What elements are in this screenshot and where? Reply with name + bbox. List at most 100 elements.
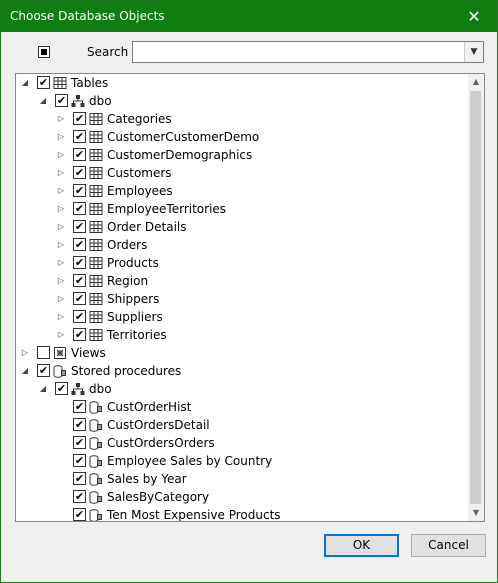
- node-checkbox[interactable]: [73, 490, 86, 503]
- expanded-arrow-icon[interactable]: ◢: [38, 380, 48, 398]
- search-label: Search: [87, 45, 129, 59]
- procedure-icon: [89, 418, 103, 432]
- procedure-icon: [89, 490, 103, 504]
- tree-node[interactable]: ◢ Stored procedures: [16, 362, 468, 380]
- collapsed-arrow-icon[interactable]: ▷: [56, 110, 66, 128]
- collapsed-arrow-icon[interactable]: ▷: [56, 164, 66, 182]
- node-checkbox[interactable]: [73, 256, 86, 269]
- tree-node[interactable]: ▷ Products: [16, 254, 468, 272]
- collapsed-arrow-icon[interactable]: ▷: [56, 182, 66, 200]
- tree-node[interactable]: ▷ Employees: [16, 182, 468, 200]
- tree-node[interactable]: ◢ dbo: [16, 380, 468, 398]
- node-checkbox[interactable]: [73, 454, 86, 467]
- node-checkbox[interactable]: [73, 274, 86, 287]
- expanded-arrow-icon[interactable]: ◢: [38, 92, 48, 110]
- node-checkbox[interactable]: [73, 130, 86, 143]
- node-label: Views: [71, 346, 106, 360]
- tree-node[interactable]: ▷ Region: [16, 272, 468, 290]
- collapsed-arrow-icon[interactable]: ▷: [56, 254, 66, 272]
- collapsed-arrow-icon[interactable]: ▷: [56, 218, 66, 236]
- node-label: Territories: [107, 328, 167, 342]
- node-checkbox[interactable]: [55, 94, 68, 107]
- node-checkbox[interactable]: [73, 292, 86, 305]
- tree-node[interactable]: CustOrderHist: [16, 398, 468, 416]
- scroll-thumb[interactable]: [470, 91, 481, 504]
- tree-node[interactable]: ▷ CustomerCustomerDemo: [16, 128, 468, 146]
- expanded-arrow-icon[interactable]: ◢: [20, 74, 30, 92]
- collapsed-arrow-icon[interactable]: ▷: [56, 200, 66, 218]
- ok-button[interactable]: OK: [324, 534, 399, 557]
- tree-node[interactable]: CustOrdersDetail: [16, 416, 468, 434]
- chevron-down-icon[interactable]: ▼: [464, 42, 483, 62]
- node-label: Employee Sales by Country: [107, 454, 273, 468]
- collapsed-arrow-icon[interactable]: ▷: [56, 326, 66, 344]
- node-checkbox[interactable]: [73, 310, 86, 323]
- node-label: Products: [107, 256, 159, 270]
- node-checkbox[interactable]: [37, 346, 50, 359]
- tree-node[interactable]: ▷ Views: [16, 344, 468, 362]
- collapsed-arrow-icon[interactable]: ▷: [56, 146, 66, 164]
- node-label: Categories: [107, 112, 172, 126]
- collapsed-arrow-icon[interactable]: ▷: [20, 344, 30, 362]
- node-label: dbo: [89, 382, 112, 396]
- node-checkbox[interactable]: [37, 364, 50, 377]
- collapsed-arrow-icon[interactable]: ▷: [56, 272, 66, 290]
- tree-node[interactable]: ▷ Suppliers: [16, 308, 468, 326]
- vertical-scrollbar[interactable]: ▲ ▼: [468, 74, 484, 521]
- node-checkbox[interactable]: [73, 472, 86, 485]
- table-icon: [89, 202, 103, 216]
- tree-node[interactable]: ▷ Shippers: [16, 290, 468, 308]
- node-checkbox[interactable]: [73, 202, 86, 215]
- node-label: CustOrderHist: [107, 400, 192, 414]
- node-checkbox[interactable]: [73, 148, 86, 161]
- tree-node[interactable]: Ten Most Expensive Products: [16, 506, 468, 521]
- node-checkbox[interactable]: [73, 328, 86, 341]
- node-checkbox[interactable]: [73, 418, 86, 431]
- node-label: Sales by Year: [107, 472, 187, 486]
- tree-node[interactable]: ◢ Tables: [16, 74, 468, 92]
- select-all-checkbox[interactable]: [38, 46, 50, 58]
- node-checkbox[interactable]: [73, 436, 86, 449]
- node-label: Stored procedures: [71, 364, 182, 378]
- tree-node[interactable]: ▷ Categories: [16, 110, 468, 128]
- node-checkbox[interactable]: [73, 220, 86, 233]
- tree-node[interactable]: ▷ Order Details: [16, 218, 468, 236]
- tree-node[interactable]: ▷ Territories: [16, 326, 468, 344]
- table-icon: [89, 328, 103, 342]
- tree-node[interactable]: ▷ EmployeeTerritories: [16, 200, 468, 218]
- scroll-down-icon[interactable]: ▼: [468, 505, 484, 521]
- collapsed-arrow-icon[interactable]: ▷: [56, 128, 66, 146]
- tree-node[interactable]: ▷ Orders: [16, 236, 468, 254]
- tree-node[interactable]: CustOrdersOrders: [16, 434, 468, 452]
- node-label: Order Details: [107, 220, 187, 234]
- node-checkbox[interactable]: [55, 382, 68, 395]
- tree-node[interactable]: Sales by Year: [16, 470, 468, 488]
- search-input[interactable]: [135, 44, 464, 62]
- procedure-icon: [53, 364, 67, 378]
- node-checkbox[interactable]: [73, 508, 86, 521]
- node-checkbox[interactable]: [73, 400, 86, 413]
- collapsed-arrow-icon[interactable]: ▷: [56, 236, 66, 254]
- cancel-button[interactable]: Cancel: [411, 534, 486, 557]
- node-checkbox[interactable]: [73, 238, 86, 251]
- node-label: CustomerDemographics: [107, 148, 253, 162]
- object-tree[interactable]: ◢ Tables ◢ dbo ▷ Categories ▷ CustomerCustomerD…: [15, 73, 485, 522]
- title-bar: Choose Database Objects ✕: [1, 1, 497, 32]
- close-icon[interactable]: ✕: [451, 1, 497, 32]
- node-checkbox[interactable]: [73, 112, 86, 125]
- node-checkbox[interactable]: [37, 76, 50, 89]
- table-icon: [89, 130, 103, 144]
- tree-node[interactable]: ▷ Customers: [16, 164, 468, 182]
- node-checkbox[interactable]: [73, 166, 86, 179]
- node-label: dbo: [89, 94, 112, 108]
- collapsed-arrow-icon[interactable]: ▷: [56, 290, 66, 308]
- tree-node[interactable]: SalesByCategory: [16, 488, 468, 506]
- search-combobox[interactable]: ▼: [132, 41, 484, 63]
- tree-node[interactable]: ◢ dbo: [16, 92, 468, 110]
- expanded-arrow-icon[interactable]: ◢: [20, 362, 30, 380]
- tree-node[interactable]: Employee Sales by Country: [16, 452, 468, 470]
- scroll-up-icon[interactable]: ▲: [468, 74, 484, 90]
- node-checkbox[interactable]: [73, 184, 86, 197]
- tree-node[interactable]: ▷ CustomerDemographics: [16, 146, 468, 164]
- collapsed-arrow-icon[interactable]: ▷: [56, 308, 66, 326]
